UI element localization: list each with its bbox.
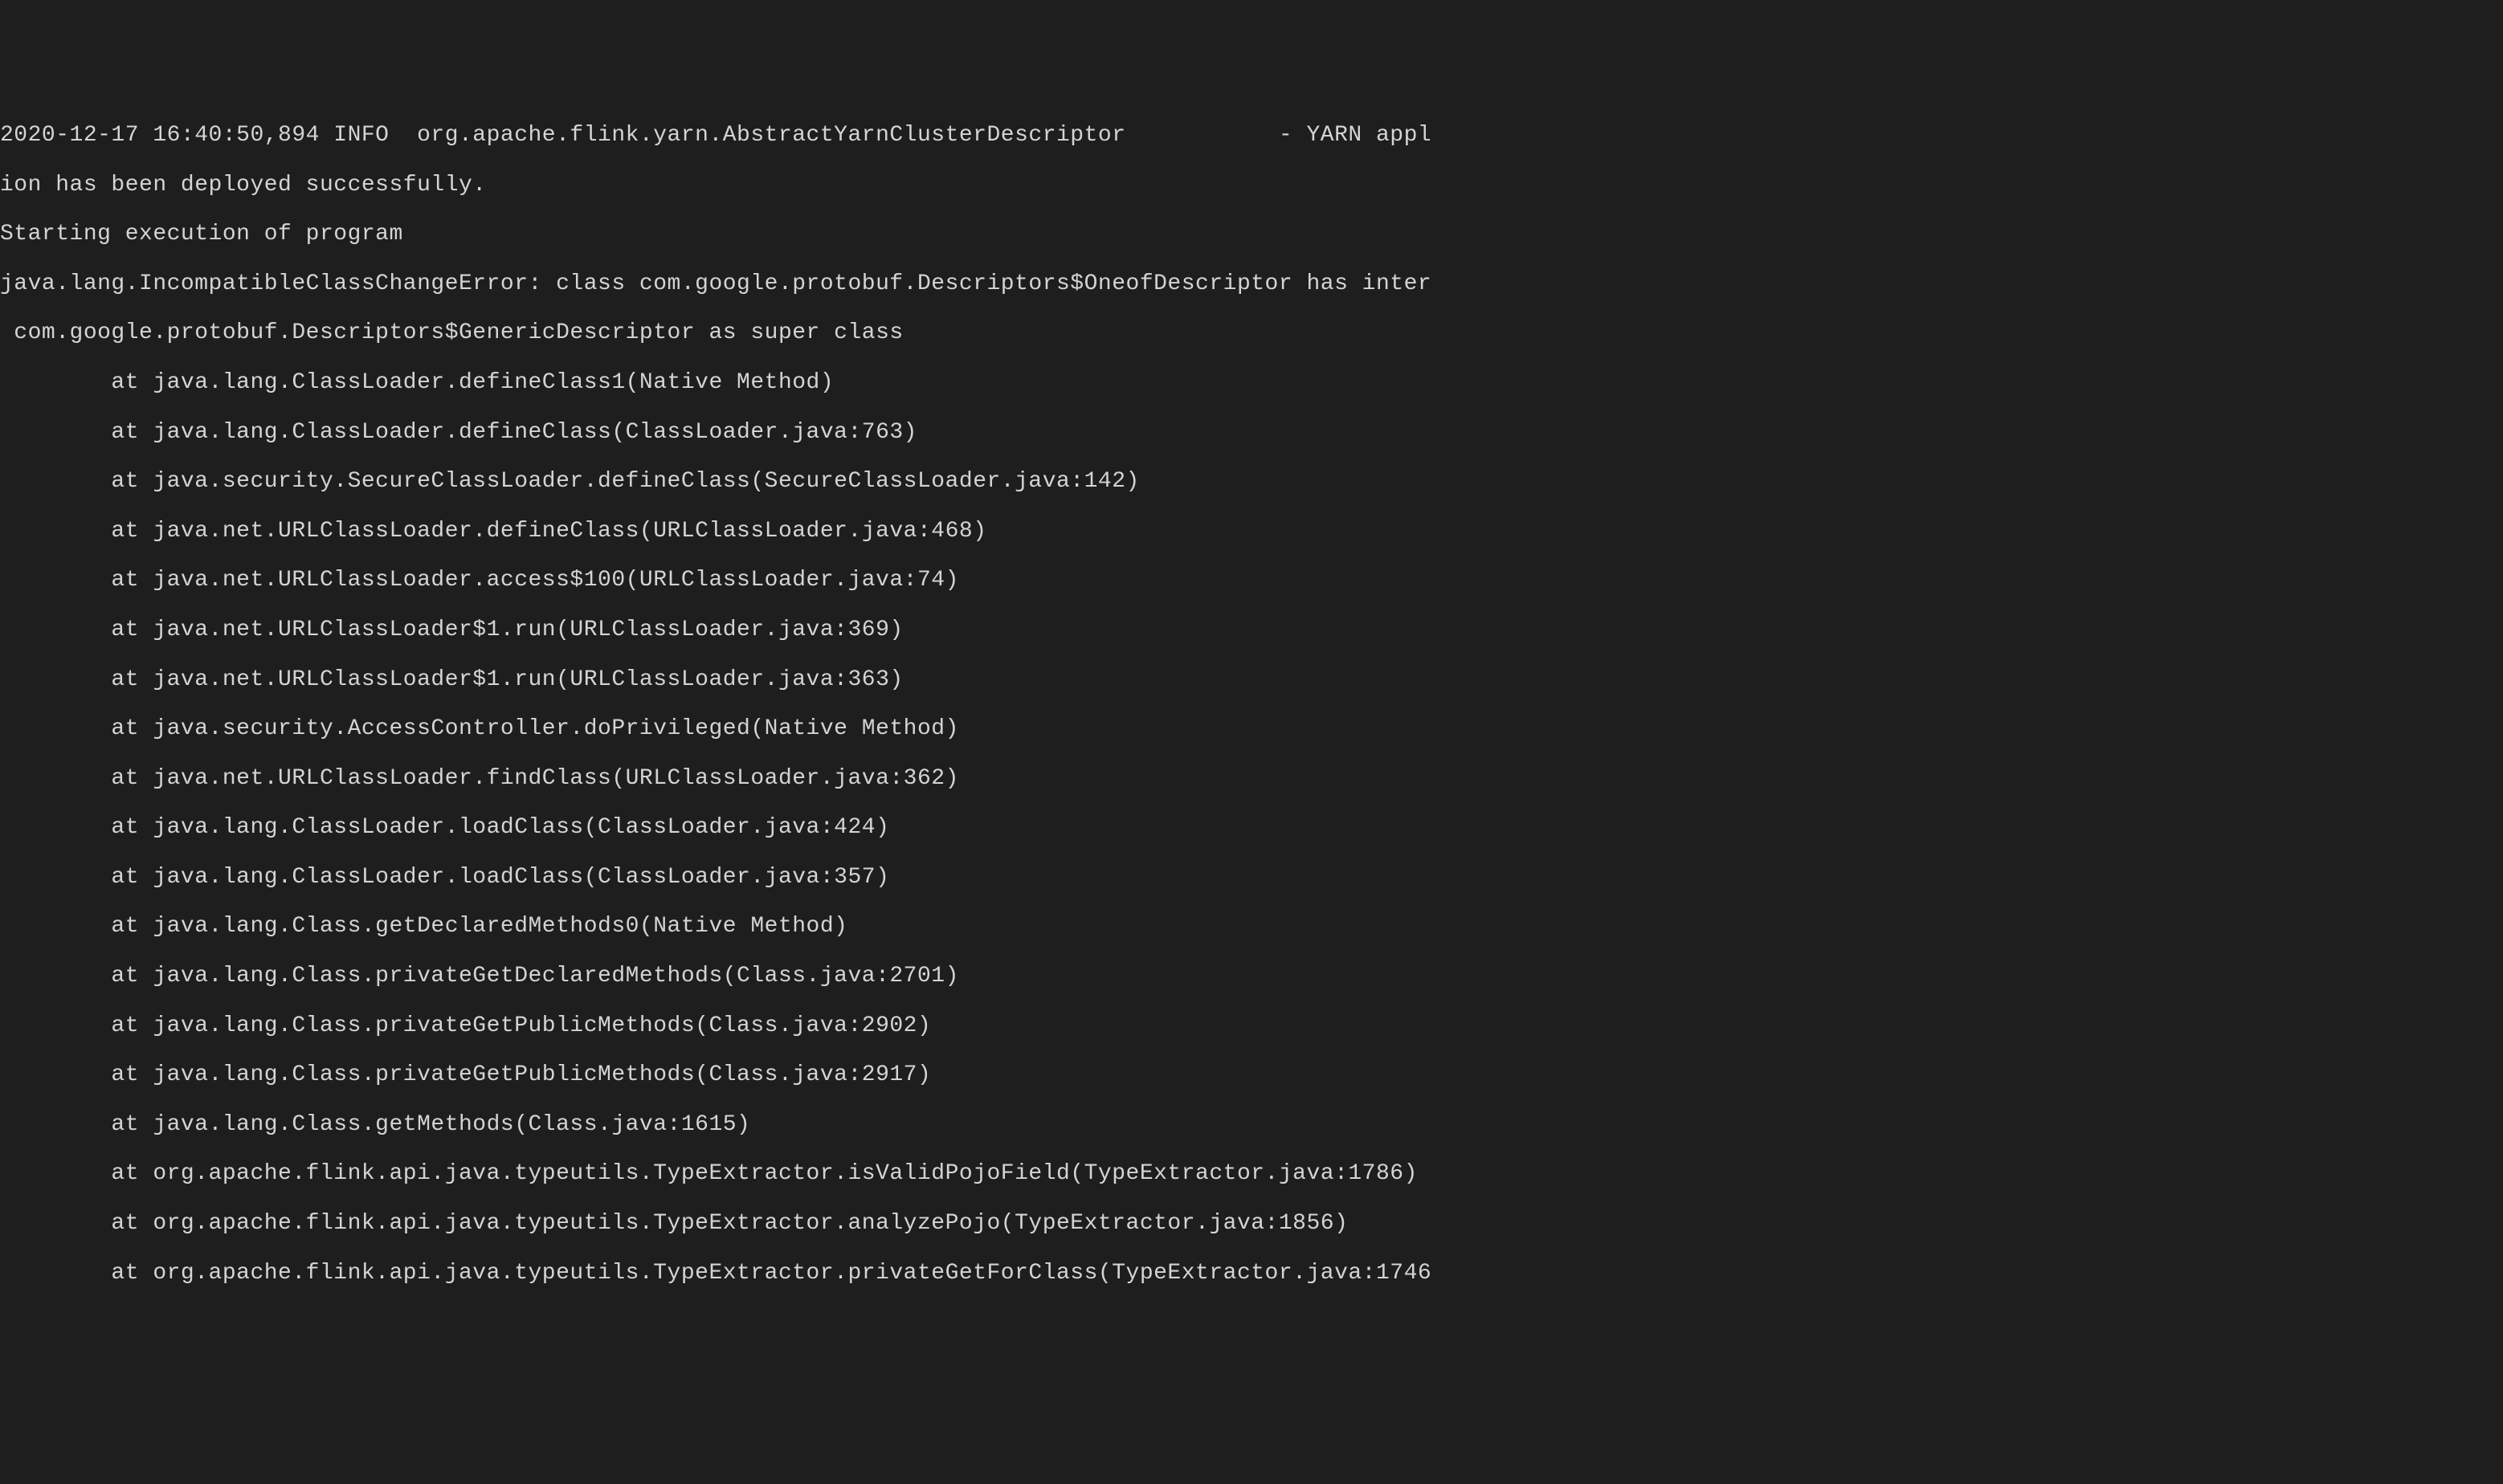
log-line: Starting execution of program <box>0 222 2503 247</box>
stacktrace-line: at org.apache.flink.api.java.typeutils.T… <box>0 1212 2503 1237</box>
stacktrace-line: at java.lang.Class.getMethods(Class.java… <box>0 1113 2503 1138</box>
error-line: com.google.protobuf.Descriptors$GenericD… <box>0 321 2503 346</box>
stacktrace-line: at org.apache.flink.api.java.typeutils.T… <box>0 1162 2503 1187</box>
stacktrace-line: at java.lang.Class.privateGetPublicMetho… <box>0 1063 2503 1088</box>
stacktrace-line: at java.lang.ClassLoader.defineClass1(Na… <box>0 371 2503 396</box>
stacktrace-line: at org.apache.flink.api.java.typeutils.T… <box>0 1262 2503 1286</box>
stacktrace-line: at java.net.URLClassLoader$1.run(URLClas… <box>0 668 2503 693</box>
stacktrace-line: at java.net.URLClassLoader.access$100(UR… <box>0 569 2503 593</box>
stacktrace-line: at java.net.URLClassLoader.findClass(URL… <box>0 767 2503 792</box>
stacktrace-line: at java.lang.Class.privateGetDeclaredMet… <box>0 964 2503 989</box>
stacktrace-line: at java.net.URLClassLoader.defineClass(U… <box>0 520 2503 544</box>
log-line: 2020-12-17 16:40:50,894 INFO org.apache.… <box>0 124 2503 149</box>
stacktrace-line: at java.lang.ClassLoader.defineClass(Cla… <box>0 421 2503 446</box>
stacktrace-line: at java.security.SecureClassLoader.defin… <box>0 470 2503 495</box>
stacktrace-line: at java.lang.Class.getDeclaredMethods0(N… <box>0 915 2503 940</box>
stacktrace-line: at java.lang.ClassLoader.loadClass(Class… <box>0 816 2503 841</box>
stacktrace-line: at java.security.AccessController.doPriv… <box>0 717 2503 742</box>
terminal-output[interactable]: 2020-12-17 16:40:50,894 INFO org.apache.… <box>0 99 2503 1311</box>
stacktrace-line: at java.lang.Class.privateGetPublicMetho… <box>0 1014 2503 1039</box>
stacktrace-line: at java.net.URLClassLoader$1.run(URLClas… <box>0 618 2503 643</box>
log-line: ion has been deployed successfully. <box>0 173 2503 198</box>
error-line: java.lang.IncompatibleClassChangeError: … <box>0 272 2503 297</box>
stacktrace-line: at java.lang.ClassLoader.loadClass(Class… <box>0 866 2503 891</box>
